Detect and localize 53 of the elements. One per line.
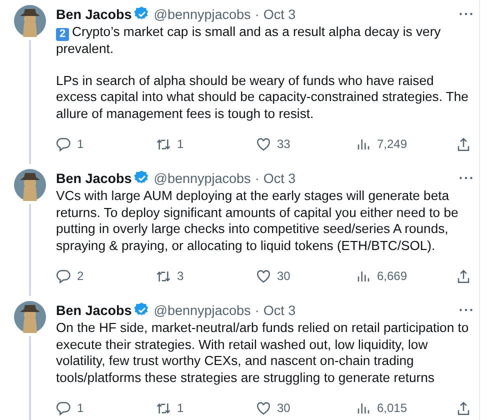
author-name[interactable]: Ben Jacobs (56, 6, 132, 22)
heart-icon[interactable] (256, 268, 271, 284)
reply-count: 1 (77, 401, 84, 415)
bar-chart-icon[interactable] (356, 268, 371, 284)
reply-icon[interactable] (56, 136, 71, 152)
author-name[interactable]: Ben Jacobs (56, 302, 132, 318)
bar-chart-icon[interactable] (356, 400, 371, 416)
more-options-icon[interactable] (459, 12, 473, 16)
avatar[interactable] (14, 301, 46, 333)
repost-count: 1 (177, 137, 184, 151)
reply-icon[interactable] (56, 268, 71, 284)
separator-dot: · (254, 302, 260, 318)
separator-dot: · (254, 170, 260, 186)
author-name[interactable]: Ben Jacobs (56, 170, 132, 186)
post-date[interactable]: Oct 3 (263, 6, 296, 22)
verified-badge-icon (134, 6, 150, 22)
post-date[interactable]: Oct 3 (263, 170, 296, 186)
repost-count: 3 (177, 269, 184, 283)
post-text: On the HF side, market-neutral/arb funds relied on retail participation to execute their strategies. With retail washed out, low liquidity, low volatility, few trust worthy CEXs, and nascent on-chain trading tools/platforms these strategies are struggling to generate returns (56, 320, 470, 386)
post-text: LPs in search of alpha should be weary of funds who have raised excess capital into what should be capacity-constrained strategies. The allure of management fees is tough to resist. (56, 72, 470, 122)
post-text: VCs with large AUM deploying at the early stages will generate beta returns. To deploy significant amounts of capital you either need to be putting in overly large checks into competitive seed/series A rounds, spraying & praying, or allocating to liquid tokens (ETH/BTC/SOL). (56, 188, 460, 254)
post-date[interactable]: Oct 3 (263, 302, 296, 318)
avatar[interactable] (14, 5, 46, 37)
share-icon[interactable] (456, 400, 471, 416)
more-options-icon[interactable] (459, 308, 473, 312)
view-count: 7,249 (377, 137, 408, 151)
verified-badge-icon (134, 302, 150, 318)
author-handle[interactable]: @bennypjacobs (154, 6, 251, 22)
repost-icon[interactable] (156, 268, 171, 284)
share-icon[interactable] (456, 136, 471, 152)
avatar[interactable] (14, 169, 46, 201)
share-icon[interactable] (456, 268, 471, 284)
author-handle[interactable]: @bennypjacobs (154, 170, 251, 186)
verified-badge-icon (134, 170, 150, 186)
separator-dot: · (254, 6, 260, 22)
heart-icon[interactable] (256, 136, 271, 152)
more-options-icon[interactable] (459, 176, 473, 180)
like-count: 30 (277, 401, 290, 415)
post-text: 2 Crypto’s market cap is small and as a result alpha decay is very prevalent. (56, 24, 442, 58)
view-count: 6,669 (377, 269, 408, 283)
reply-count: 1 (77, 137, 84, 151)
author-handle[interactable]: @bennypjacobs (154, 302, 251, 318)
like-count: 30 (277, 269, 290, 283)
repost-icon[interactable] (156, 136, 171, 152)
heart-icon[interactable] (256, 400, 271, 416)
view-count: 6,015 (377, 401, 408, 415)
repost-count: 1 (177, 401, 184, 415)
reply-icon[interactable] (56, 400, 71, 416)
like-count: 33 (277, 137, 290, 151)
bar-chart-icon[interactable] (356, 136, 371, 152)
repost-icon[interactable] (156, 400, 171, 416)
reply-count: 2 (77, 269, 84, 283)
number-badge: 2 (56, 28, 69, 41)
